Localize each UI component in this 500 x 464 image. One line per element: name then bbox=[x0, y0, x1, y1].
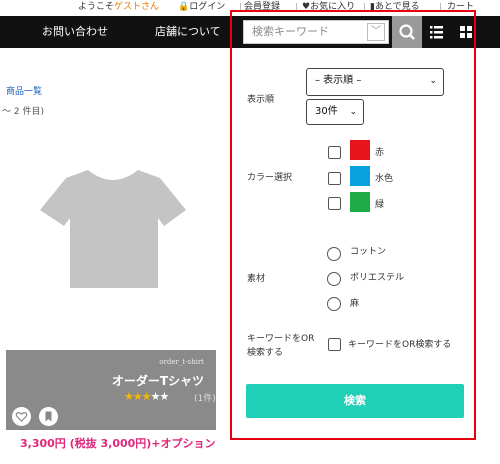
sort-select-value: – 表示順 – bbox=[315, 75, 362, 86]
login-label: ログイン bbox=[189, 2, 226, 12]
material-linen-label: 麻 bbox=[350, 299, 360, 309]
material-radio-polyester[interactable] bbox=[327, 272, 341, 286]
bookmark-button[interactable] bbox=[39, 407, 58, 426]
favorite-button[interactable] bbox=[12, 407, 31, 426]
login-link[interactable]: 🔒ログイン bbox=[178, 0, 225, 14]
material-label: 素材 bbox=[247, 274, 266, 284]
chevron-down-icon: ⌄ bbox=[349, 107, 357, 117]
star-icon: ★ bbox=[141, 390, 152, 403]
nav-contact[interactable]: お問い合わせ bbox=[42, 16, 108, 48]
product-name[interactable]: オーダーTシャツ bbox=[112, 372, 204, 389]
star-icon: ★ bbox=[132, 390, 143, 403]
product-card[interactable]: order_t-shirt オーダーTシャツ ★★★★★ (1件) bbox=[6, 350, 216, 430]
star-icon: ★ bbox=[159, 390, 170, 403]
or-search-label-line2: 検索する bbox=[247, 348, 284, 358]
color-name-lightblue: 水色 bbox=[375, 174, 394, 184]
material-cotton-label: コットン bbox=[350, 247, 387, 257]
color-checkbox-lightblue[interactable] bbox=[328, 172, 341, 185]
color-label: カラー選択 bbox=[247, 173, 293, 183]
page: ようこそゲストさん 🔒ログイン 会員登録 ♥お気に入り ▮あとで見る カート お… bbox=[0, 0, 500, 464]
material-polyester-label: ポリエステル bbox=[350, 273, 405, 283]
nav-store-info[interactable]: 店舗について bbox=[155, 16, 221, 48]
heart-icon bbox=[15, 412, 28, 422]
color-checkbox-green[interactable] bbox=[328, 197, 341, 210]
material-radio-cotton[interactable] bbox=[327, 247, 341, 261]
material-radio-linen[interactable] bbox=[327, 297, 341, 311]
or-search-label-line1: キーワードをOR bbox=[247, 334, 315, 344]
color-name-green: 緑 bbox=[375, 200, 385, 210]
sort-label: 表示順 bbox=[247, 95, 275, 105]
welcome-text: ようこそゲストさん bbox=[78, 0, 159, 14]
or-search-checkbox[interactable] bbox=[328, 338, 341, 351]
color-swatch-red bbox=[350, 140, 370, 160]
rating-stars: ★★★★★ bbox=[124, 390, 170, 403]
or-search-checkbox-label: キーワードをOR検索する bbox=[348, 340, 452, 350]
color-swatch-green bbox=[350, 192, 370, 212]
color-name-red: 赤 bbox=[375, 148, 385, 158]
per-page-select[interactable]: 30件 ⌄ bbox=[306, 99, 364, 125]
star-icon: ★ bbox=[150, 390, 161, 403]
result-count: ～ 2 件目) bbox=[2, 107, 44, 117]
review-count: (1件) bbox=[194, 394, 216, 404]
lock-icon: 🔒 bbox=[178, 2, 190, 12]
product-sku: order_t-shirt bbox=[159, 358, 204, 366]
products-list-link[interactable]: 商品一覧 bbox=[6, 84, 42, 97]
sort-select[interactable]: – 表示順 – ⌄ bbox=[306, 68, 444, 96]
chevron-down-icon: ⌄ bbox=[429, 76, 437, 86]
color-checkbox-red[interactable] bbox=[328, 146, 341, 159]
star-icon: ★ bbox=[124, 390, 134, 403]
per-page-value: 30件 bbox=[315, 106, 338, 117]
welcome-prefix: ようこそ bbox=[78, 2, 115, 12]
tshirt-image[interactable] bbox=[38, 168, 188, 290]
submit-search-button[interactable]: 検索 bbox=[246, 384, 464, 418]
product-price: 3,300円 (税抜 3,000円)+オプション bbox=[20, 437, 216, 450]
color-swatch-lightblue bbox=[350, 166, 370, 186]
bookmark-icon bbox=[45, 411, 52, 422]
guest-name: ゲストさん bbox=[114, 2, 160, 12]
